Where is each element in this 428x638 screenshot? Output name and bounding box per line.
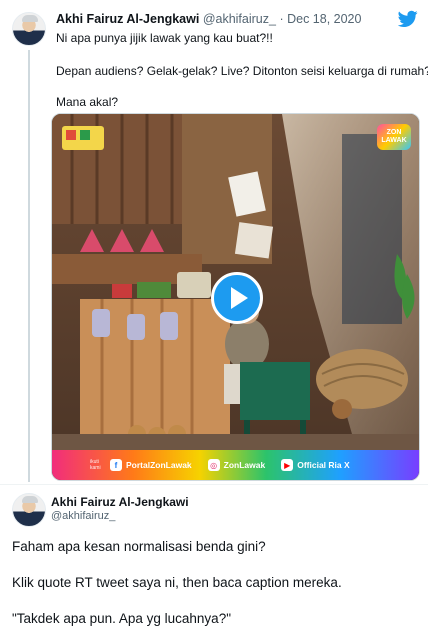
tweet-text-line: Faham apa kesan normalisasi benda gini?: [12, 539, 266, 554]
zon-lawak-logo: ZON LAWAK: [377, 124, 411, 150]
tweet-text-line: Klik quote RT tweet saya ni, then baca c…: [12, 575, 342, 590]
social-label: ZonLawak: [223, 460, 266, 470]
tweet-text-line: "Takdek apa pun. Apa yg lucahnya?": [12, 611, 231, 626]
display-name[interactable]: Akhi Fairuz Al-Jengkawi: [51, 495, 189, 509]
avatar[interactable]: [12, 12, 46, 46]
separator: ·: [279, 12, 284, 26]
social-label: PortalZonLawak: [126, 460, 192, 470]
quoted-tweet[interactable]: Akhi Fairuz Al-Jengkawi @akhifairuz_ · D…: [0, 0, 428, 484]
thread-line: [28, 50, 30, 482]
tweet-text-line: Depan audiens? Gelak-gelak? Live? Ditont…: [56, 64, 428, 78]
banner-label: ikuti kami: [90, 459, 101, 471]
youtube-icon: ▶: [281, 459, 294, 471]
instagram-icon: ◎: [207, 459, 220, 471]
tweet-text-line: Mana akal?: [56, 95, 119, 109]
handle[interactable]: @akhifairuz_: [203, 12, 276, 26]
social-facebook: f PortalZonLawak: [110, 459, 192, 471]
social-youtube: ▶ Official Ria X: [281, 459, 350, 471]
tweet-text-line: Ni apa punya jijik lawak yang kau buat?!…: [56, 31, 273, 45]
display-name[interactable]: Akhi Fairuz Al-Jengkawi: [56, 12, 199, 26]
play-icon: [231, 287, 248, 309]
video-player[interactable]: ZON LAWAK ikuti kami f PortalZonLawak ◎ Zo…: [51, 113, 420, 481]
play-button[interactable]: [211, 272, 263, 324]
social-banner: ikuti kami f PortalZonLawak ◎ ZonLawak ▶ Of…: [52, 450, 419, 480]
main-tweet[interactable]: Akhi Fairuz Al-Jengkawi @akhifairuz_ Fah…: [0, 485, 428, 638]
quoted-tweet-header: Akhi Fairuz Al-Jengkawi @akhifairuz_ · D…: [56, 12, 361, 26]
tweet-date[interactable]: Dec 18, 2020: [287, 12, 361, 26]
social-label: Official Ria X: [297, 460, 350, 470]
twitter-bird-icon[interactable]: [398, 10, 418, 28]
avatar[interactable]: [12, 493, 46, 527]
social-instagram: ◎ ZonLawak: [207, 459, 266, 471]
facebook-icon: f: [110, 459, 122, 471]
handle[interactable]: @akhifairuz_: [51, 510, 115, 522]
